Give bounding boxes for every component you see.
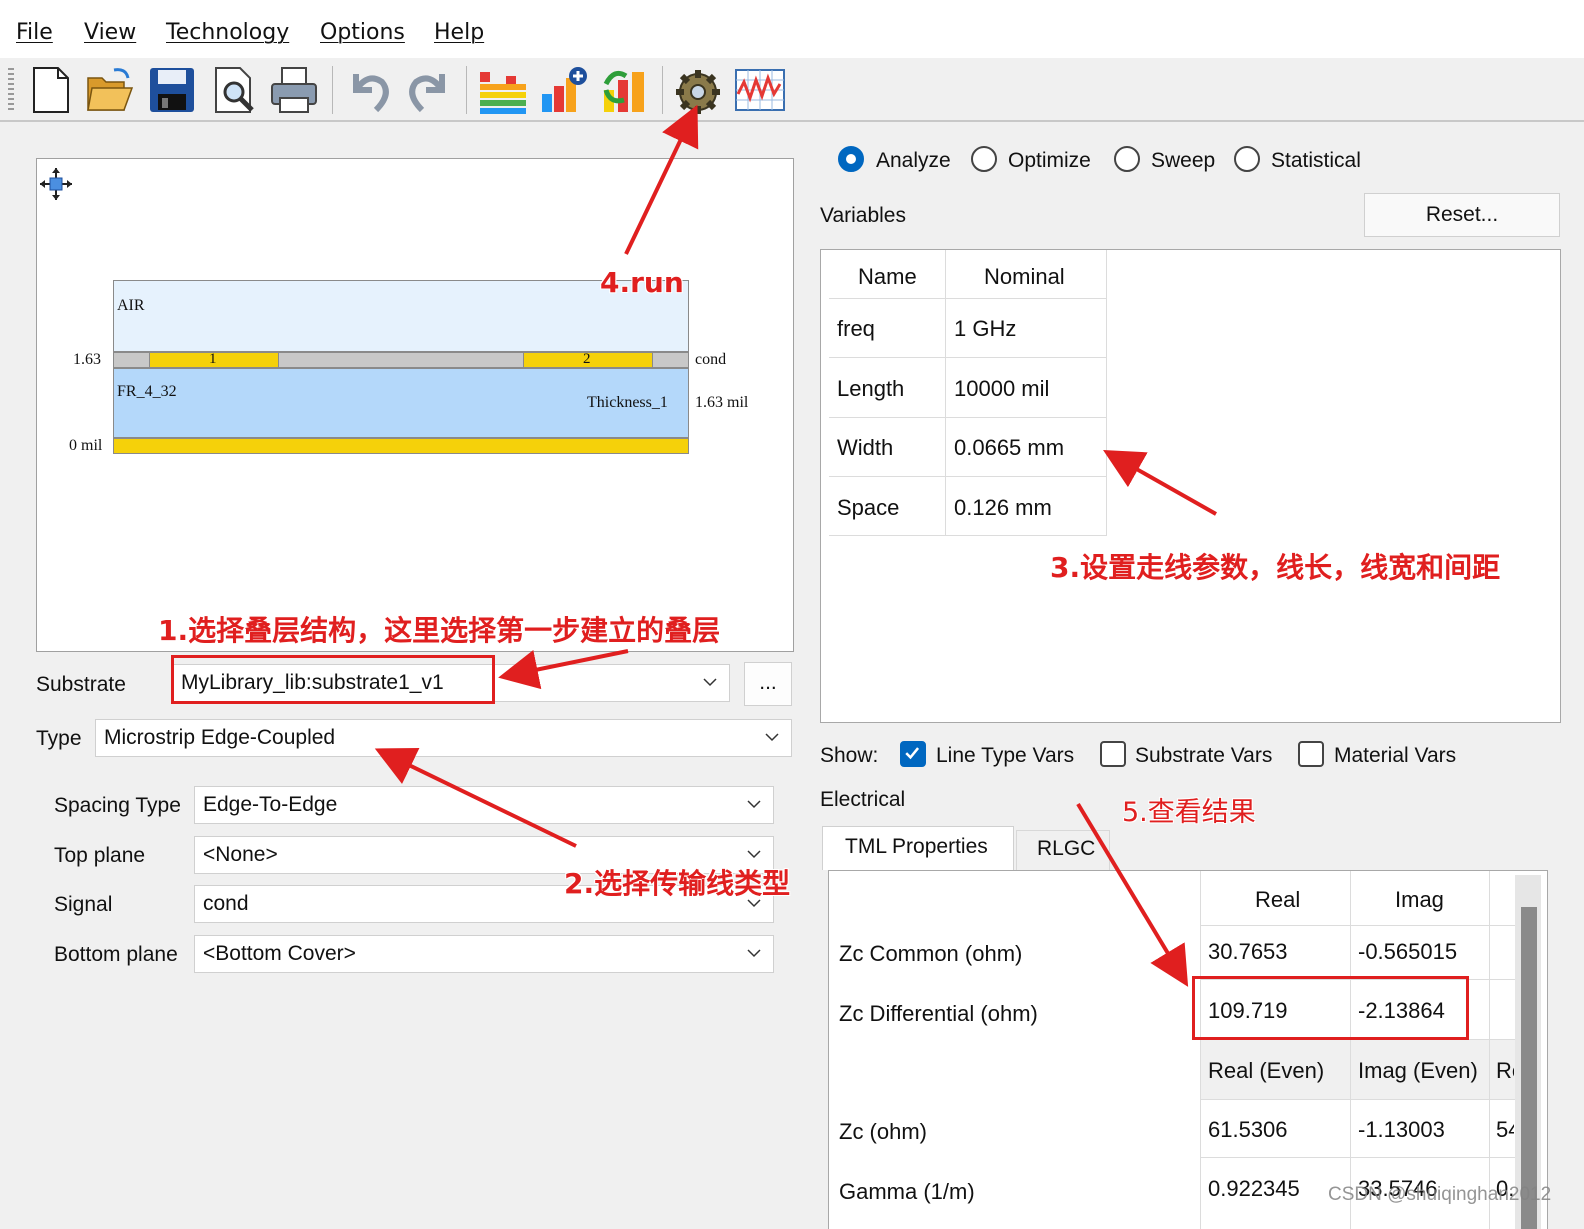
annotation-step3: 3.设置走线参数，线长，线宽和间距 — [1050, 551, 1501, 584]
annotation-step1: 1.选择叠层结构，这里选择第一步建立的叠层 — [158, 614, 721, 647]
arrow-type — [374, 747, 577, 848]
arrow-results — [1076, 802, 1189, 987]
watermark: CSDN @shuiqinghan2012 — [1328, 1184, 1552, 1205]
annotation-step2: 2.选择传输线类型 — [564, 867, 791, 900]
annotation-step5: 5.查看结果 — [1122, 797, 1256, 828]
arrow-substrate — [498, 649, 629, 690]
annotation-step4: 4.run — [600, 266, 684, 299]
arrow-variables — [1103, 450, 1217, 516]
arrow-run — [624, 104, 699, 255]
